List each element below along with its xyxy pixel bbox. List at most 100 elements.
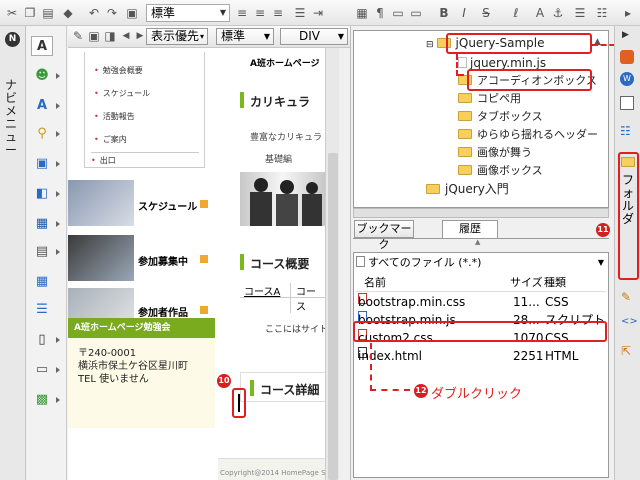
align-left-icon[interactable]: ≡ xyxy=(234,5,250,21)
toolbar-next-icon[interactable]: ▸ xyxy=(620,5,636,21)
align-right-icon[interactable]: ≡ xyxy=(270,5,286,21)
redo-icon[interactable]: ↷ xyxy=(104,5,120,21)
file-filter[interactable]: すべてのファイル (*.*) ▼ xyxy=(356,255,606,271)
special-icon[interactable]: ▩ xyxy=(31,390,60,410)
copy-icon[interactable]: ❐ xyxy=(22,5,38,21)
display-priority-select[interactable]: 表示優先 ▾ xyxy=(146,28,208,45)
schedule-banner[interactable]: スケジュール xyxy=(68,180,216,226)
export-icon[interactable]: ⇱ xyxy=(621,344,635,358)
curriculum-heading: カリキュラ xyxy=(250,95,311,109)
tree-item[interactable]: ゆらゆら揺れるヘッダー xyxy=(458,127,598,143)
cut-icon[interactable]: ✂ xyxy=(4,5,20,21)
menu-item[interactable]: • 出口 xyxy=(91,152,199,166)
edit-pen-icon[interactable]: ✎ xyxy=(70,28,86,44)
file-icon xyxy=(356,256,365,267)
image-icon[interactable]: ▦ xyxy=(31,214,60,234)
strikethrough-icon[interactable]: S xyxy=(478,5,494,21)
document-icon[interactable]: ▭ xyxy=(31,360,60,380)
curriculum-subtext: 基礎編 xyxy=(265,155,293,165)
tab-history[interactable]: 履歴 xyxy=(442,220,498,238)
paragraph-icon[interactable]: ¶ xyxy=(372,5,388,21)
list-icon[interactable]: ☰ xyxy=(292,5,308,21)
tree-item[interactable]: コピペ用 xyxy=(458,91,521,107)
properties-icon[interactable]: ▣ xyxy=(124,5,140,21)
paste-icon[interactable]: ▤ xyxy=(40,5,56,21)
form-icon[interactable]: ☰ xyxy=(31,300,53,320)
tel-line: TEL 使いません xyxy=(78,374,149,385)
source-icon[interactable]: ◨ xyxy=(102,28,118,44)
folder-tab-label[interactable]: フォルダ xyxy=(621,174,635,226)
highlight-icon[interactable]: ℓ xyxy=(508,5,524,21)
link-clip-icon[interactable]: ⚲ xyxy=(31,124,60,144)
arrow-badge-icon xyxy=(200,306,208,314)
tab-course-b[interactable]: コース xyxy=(290,283,325,313)
list-view-icon[interactable]: ☷ xyxy=(620,124,634,138)
recruit-image xyxy=(68,235,134,281)
layout-icon[interactable]: ▤ xyxy=(31,242,60,262)
italic-icon[interactable]: I xyxy=(456,5,472,21)
recruit-label: 参加募集中 xyxy=(138,257,188,268)
editor-toolbar: ✎ ▣ ◨ ◀ ▶ 表示優先 ▾ 標準 ▼ DIV ▼ xyxy=(68,26,350,48)
indent-icon[interactable]: ⇥ xyxy=(310,5,326,21)
tab-divider: ▲ xyxy=(353,238,609,250)
web-icon[interactable]: W xyxy=(620,72,634,86)
style-select[interactable]: 標準 ▼ xyxy=(146,4,230,22)
menu-item[interactable]: • 勉強会概要 xyxy=(94,65,143,76)
menu-item[interactable]: • ご案内 xyxy=(94,134,127,145)
bullets-icon[interactable]: ☰ xyxy=(572,5,588,21)
decrease-font-icon[interactable]: ▭ xyxy=(390,5,406,21)
align-center-icon[interactable]: ≡ xyxy=(252,5,268,21)
step-10-badge: 10 xyxy=(217,374,231,388)
tool-icon[interactable] xyxy=(620,50,634,64)
preview-icon[interactable]: ▣ xyxy=(86,28,102,44)
text-color-icon[interactable]: ▦ xyxy=(354,5,370,21)
copyright: Copyright@2014 HomePage S xyxy=(218,458,325,480)
menu-item[interactable]: • スケジュール xyxy=(94,88,150,99)
file-row[interactable]: bootstrap.min.css 11... CSS xyxy=(358,293,608,311)
folder-icon xyxy=(426,184,440,194)
font-color-icon[interactable]: A xyxy=(532,5,548,21)
recruit-banner[interactable]: 参加募集中 xyxy=(68,235,216,281)
link-icon[interactable]: ⚓ xyxy=(550,5,566,21)
page-icon[interactable] xyxy=(620,96,634,110)
tree-item[interactable]: jQuery入門 xyxy=(426,181,509,197)
format-icon[interactable]: ◆ xyxy=(60,5,76,21)
scrollbar-thumb[interactable] xyxy=(328,153,338,480)
user-icon[interactable]: ☻ xyxy=(31,66,60,86)
mobile-icon[interactable]: ▯ xyxy=(31,330,60,350)
tree-item[interactable]: タブボックス xyxy=(458,109,543,125)
col-type[interactable]: 種類 xyxy=(544,274,566,292)
nav-menu-label[interactable]: ナビメニュー xyxy=(3,79,19,157)
tab-course-a[interactable]: コースA xyxy=(244,283,280,298)
style-dropdown[interactable]: 標準 ▼ xyxy=(216,28,274,45)
canvas-scrollbar[interactable] xyxy=(325,48,339,480)
media-icon[interactable]: ▣ xyxy=(31,154,60,174)
tab-bookmark[interactable]: ブックマーク xyxy=(354,220,414,251)
tag-dropdown[interactable]: DIV ▼ xyxy=(280,28,348,45)
undo-icon[interactable]: ↶ xyxy=(86,5,102,21)
edit-icon[interactable]: ✎ xyxy=(621,290,635,304)
col-size[interactable]: サイズ xyxy=(510,274,543,292)
navi-icon[interactable]: N xyxy=(5,32,20,47)
table-icon[interactable]: ▦ xyxy=(31,272,53,292)
bold-icon[interactable]: B xyxy=(436,5,452,21)
tree-h-scrollbar[interactable] xyxy=(353,208,609,218)
panel-toggle-icon[interactable]: ▶ xyxy=(622,30,629,40)
arrow-badge-icon xyxy=(200,200,208,208)
folder-icon[interactable] xyxy=(621,157,635,167)
font-style-icon[interactable]: A xyxy=(31,96,60,116)
numbering-icon[interactable]: ☷ xyxy=(594,5,610,21)
tree-item[interactable]: 画像ボックス xyxy=(458,163,543,179)
right-column: ▶ W ☷ フォルダ ✎ <> ⇱ xyxy=(614,26,640,480)
gadget-icon[interactable]: ◧ xyxy=(31,184,60,204)
style-select-value: 標準 xyxy=(151,6,176,20)
tree-item[interactable]: 画像が舞う xyxy=(458,145,532,161)
increase-font-icon[interactable]: ▭ xyxy=(408,5,424,21)
col-name[interactable]: 名前 xyxy=(364,274,386,292)
heading-bar xyxy=(250,380,254,396)
main-toolbar: ✂ ❐ ▤ ◆ ↶ ↷ ▣ 標準 ▼ ≡ ≡ ≡ ☰ ⇥ xyxy=(0,0,350,26)
code-icon[interactable]: <> xyxy=(621,316,638,330)
text-icon[interactable]: A xyxy=(31,36,53,56)
group-title-bar: A班ホームページ勉強会 xyxy=(68,318,215,338)
menu-item[interactable]: • 活動報告 xyxy=(94,111,135,122)
